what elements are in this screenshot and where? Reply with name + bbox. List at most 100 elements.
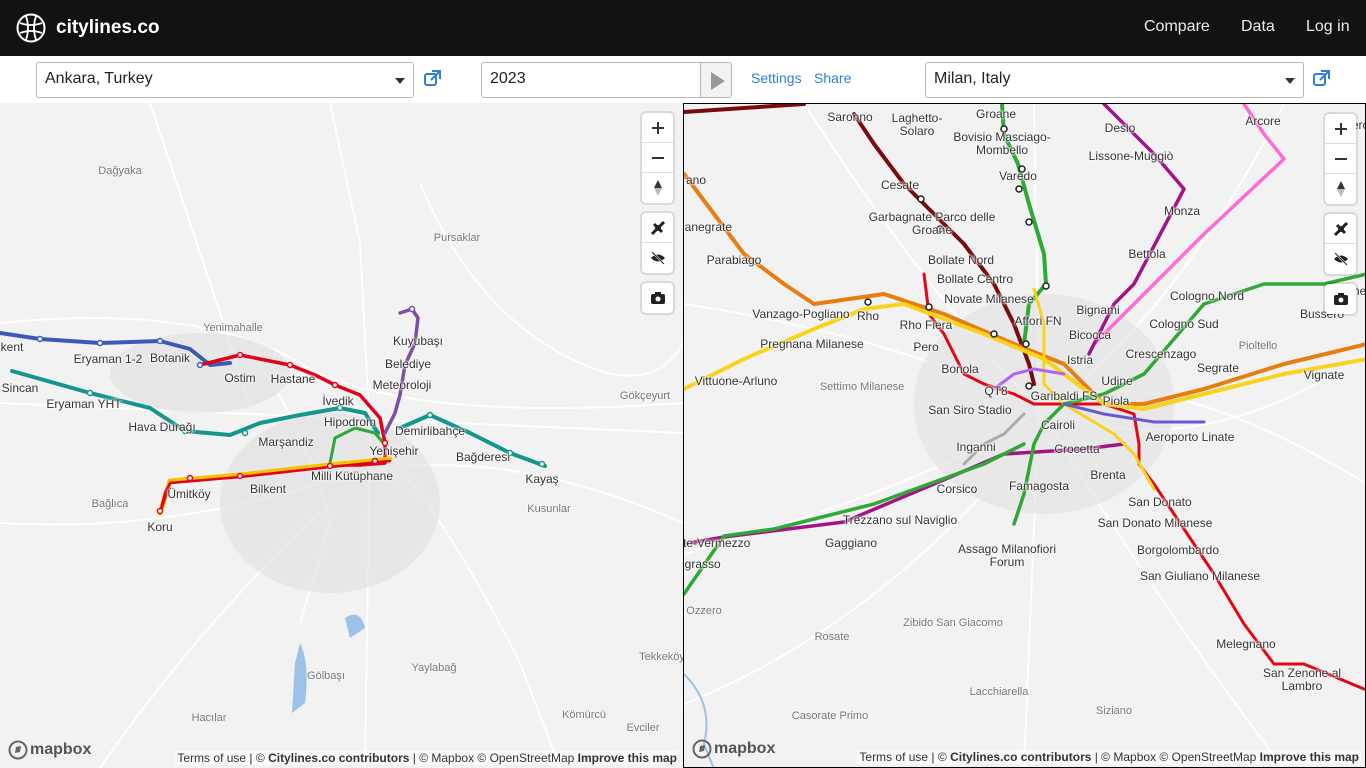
reset-bearing-button[interactable] — [1325, 174, 1356, 204]
place-label: Evciler — [626, 722, 660, 734]
contributors-link[interactable]: Citylines.co contributors — [268, 751, 409, 765]
station-label: Meteoroloji — [372, 378, 432, 392]
place-label: Tekkeköy — [639, 651, 683, 663]
zoom-in-button[interactable] — [1325, 114, 1356, 144]
place-label: Bağlıca — [91, 498, 129, 510]
station-label: Desio — [1104, 121, 1136, 135]
station-label: Aeroporto Linate — [1145, 430, 1235, 444]
place-label: Hacılar — [191, 712, 227, 724]
left-city-value: Ankara, Turkey — [45, 70, 153, 87]
station-label: Pregnana Milanese — [760, 337, 864, 351]
right-city-select[interactable]: Milan, Italy — [925, 62, 1304, 98]
station-label: Gaggiano — [824, 536, 878, 550]
zoom-in-button[interactable] — [642, 113, 673, 143]
year-input[interactable]: 2023 — [481, 62, 701, 98]
station-label: QT8 — [984, 384, 1008, 398]
terms-link[interactable]: Terms of use — [859, 750, 928, 764]
play-button[interactable] — [700, 62, 732, 98]
station-label: Bollate Centro — [936, 272, 1014, 286]
attribution-sep: | © — [928, 750, 951, 764]
zoom-out-button[interactable] — [1325, 144, 1356, 174]
station-label: Bağderesi — [455, 450, 511, 464]
nav-login[interactable]: Log in — [1306, 18, 1350, 36]
external-link-icon[interactable] — [424, 70, 441, 87]
left-city-select[interactable]: Ankara, Turkey — [36, 62, 414, 98]
station-label: Bettola — [1128, 247, 1166, 261]
station-label: San Donato — [1128, 495, 1192, 509]
station-label: Monza — [1163, 204, 1201, 218]
station-label: Crescenzago — [1125, 347, 1197, 361]
screenshot-control — [642, 283, 673, 313]
chevron-down-icon — [1285, 78, 1295, 84]
show-lines-button[interactable] — [642, 213, 673, 243]
station-label: Eryaman 1-2 — [73, 352, 143, 366]
station-label: Bilkent — [249, 482, 287, 496]
attribution-sep: | © Mapbox © OpenStreetMap — [1091, 750, 1260, 764]
station-label: Groane — [975, 107, 1017, 121]
hide-lines-icon — [1333, 252, 1348, 266]
show-lines-icon — [1333, 221, 1348, 236]
station-label: Vanzago-Pogliano — [752, 307, 850, 321]
station-label: Albairate-Vermezzo — [683, 536, 751, 550]
station-label: legrasso — [684, 557, 721, 571]
station-label: kent — [0, 340, 24, 354]
station-label: Saronno — [827, 110, 873, 124]
camera-icon — [1333, 293, 1348, 305]
station-label: Sincan — [1, 381, 39, 395]
mapbox-logo[interactable]: mapbox — [8, 740, 91, 760]
station-label: Hipodrom — [323, 415, 377, 429]
reset-bearing-button[interactable] — [642, 173, 673, 203]
station-label: Yenişehir — [369, 444, 419, 458]
station-label: Cesate — [880, 178, 920, 192]
zoom-controls — [642, 113, 673, 203]
station-label: Vignate — [1303, 368, 1345, 382]
station-label: rano — [683, 173, 707, 187]
hide-lines-button[interactable] — [1325, 244, 1356, 274]
station-label: Rho — [856, 309, 880, 323]
attribution-sep: | © Mapbox © OpenStreetMap — [409, 751, 578, 765]
screenshot-button[interactable] — [642, 283, 673, 313]
station-label: Affori FN — [1014, 314, 1062, 328]
station-label: Piola — [1102, 394, 1130, 408]
place-label: Kömürcü — [561, 709, 607, 721]
station-label: San Siro Stadio — [928, 403, 1012, 417]
compass-icon — [1336, 181, 1345, 197]
improve-map-link[interactable]: Improve this map — [578, 751, 677, 765]
station-label: Brenta — [1090, 468, 1126, 482]
nav-compare[interactable]: Compare — [1144, 18, 1210, 36]
mapbox-logo[interactable]: mapbox — [692, 739, 775, 759]
place-label: Kusunlar — [527, 503, 571, 515]
station-label: Koru — [147, 520, 173, 534]
contributors-link[interactable]: Citylines.co contributors — [950, 750, 1091, 764]
external-link-icon[interactable] — [1313, 70, 1330, 87]
place-label: Gölbaşı — [307, 670, 345, 682]
station-label: Garbagnate Parco delle Groane — [868, 210, 996, 237]
mapbox-wordmark: mapbox — [30, 741, 92, 758]
show-lines-button[interactable] — [1325, 214, 1356, 244]
station-label: Canegrate — [684, 220, 733, 234]
show-lines-icon — [650, 220, 665, 235]
station-label: Bonola — [941, 362, 979, 376]
mapbox-wordmark: mapbox — [714, 740, 776, 757]
station-label: Varedo — [999, 169, 1037, 183]
screenshot-button[interactable] — [1325, 284, 1356, 314]
left-map[interactable]: Dağyaka Pursaklar Yenimahalle Gökçeyurt … — [0, 103, 683, 768]
zoom-out-button[interactable] — [642, 143, 673, 173]
place-label: Lacchiarella — [969, 686, 1029, 698]
station-label: Hava Durağı — [128, 420, 196, 434]
share-link[interactable]: Share — [814, 70, 851, 86]
settings-link[interactable]: Settings — [751, 70, 802, 86]
station-label: Novate Milanese — [944, 292, 1034, 306]
hide-lines-button[interactable] — [642, 243, 673, 273]
station-label: Ostim — [224, 371, 256, 385]
station-label: Demirlibahçe — [394, 424, 466, 438]
terms-link[interactable]: Terms of use — [177, 751, 246, 765]
zoom-out-icon — [651, 156, 664, 159]
compass-icon — [653, 180, 662, 196]
nav-data[interactable]: Data — [1241, 18, 1275, 36]
right-map[interactable]: Settimo Milanese Pioltello Zibido San Gi… — [683, 103, 1366, 768]
attribution-sep: | © — [246, 751, 269, 765]
station-label: Bicocca — [1068, 328, 1112, 342]
brand-link[interactable]: citylines.co — [16, 13, 160, 43]
improve-map-link[interactable]: Improve this map — [1260, 750, 1359, 764]
